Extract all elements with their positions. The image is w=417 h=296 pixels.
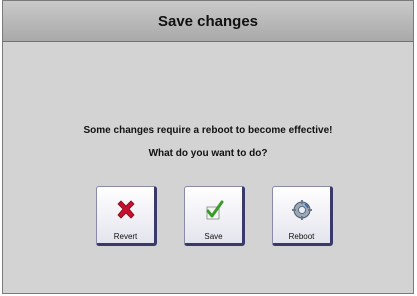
red-x-icon	[116, 200, 135, 219]
save-label: Save	[204, 232, 223, 241]
gear-reboot-icon	[291, 200, 312, 220]
revert-label: Revert	[113, 232, 138, 241]
question-message: What do you want to do?	[148, 148, 268, 159]
dialog-title: Save changes	[157, 12, 259, 30]
reboot-label: Reboot	[288, 232, 315, 241]
save-button[interactable]: Save	[184, 186, 245, 246]
green-checkmark-icon	[206, 200, 223, 220]
reboot-message: Some changes require a reboot to become …	[83, 125, 333, 136]
dialog-titlebar: Save changes	[3, 1, 413, 42]
revert-button[interactable]: Revert	[96, 186, 157, 246]
reboot-button[interactable]: Reboot	[272, 186, 333, 246]
save-changes-dialog: Save changes Some changes require a rebo…	[2, 0, 414, 294]
